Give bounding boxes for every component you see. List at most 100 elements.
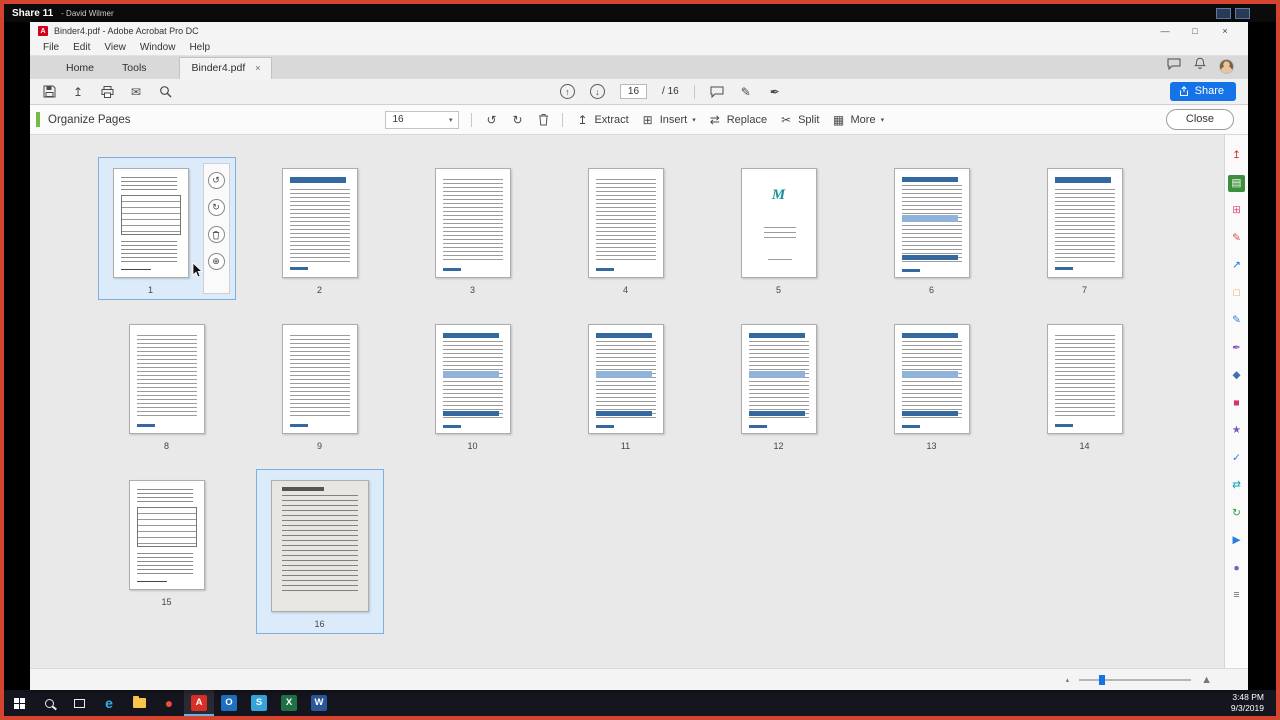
accessibility-icon[interactable]: ●	[1228, 560, 1245, 577]
page-preview[interactable]	[282, 324, 358, 434]
delete-pages-icon[interactable]	[536, 113, 550, 126]
word-icon[interactable]: W	[304, 690, 334, 716]
comment-bubble-icon[interactable]	[710, 86, 724, 98]
page-preview[interactable]	[894, 168, 970, 278]
outlook-icon[interactable]: O	[214, 690, 244, 716]
excel-icon[interactable]: X	[274, 690, 304, 716]
page-thumbnail[interactable]: 3 ↺ ↻ ⊕	[420, 157, 526, 300]
protect-icon[interactable]: ◆	[1228, 367, 1245, 384]
page-thumbnail[interactable]: 8 ↺ ↻ ⊕	[114, 313, 220, 456]
menu-view[interactable]: View	[97, 42, 133, 53]
zoom-slider-thumb[interactable]	[1099, 675, 1105, 685]
edit-pdf-icon[interactable]: ✎	[1228, 230, 1245, 247]
page-preview[interactable]	[129, 480, 205, 590]
page-preview[interactable]	[113, 168, 189, 278]
page-range-dropdown[interactable]: 16 ▾	[385, 111, 459, 129]
zoom-page-icon[interactable]: ⊕	[208, 253, 225, 270]
menu-window[interactable]: Window	[133, 42, 183, 53]
page-thumbnail[interactable]: 4 ↺ ↻ ⊕	[573, 157, 679, 300]
user-avatar[interactable]	[1219, 59, 1234, 74]
rotate-ccw-icon[interactable]: ↺	[484, 114, 498, 126]
print-icon[interactable]	[100, 86, 114, 98]
insert-button[interactable]: ⊞ Insert ▾	[641, 114, 696, 126]
edge-icon[interactable]: e	[94, 690, 124, 716]
delete-page-icon[interactable]	[208, 226, 225, 243]
sign-pen-icon[interactable]: ✒	[1228, 340, 1245, 357]
page-thumbnail[interactable]: 14 ↺ ↻ ⊕	[1032, 313, 1138, 456]
acrobat-icon[interactable]: A	[184, 690, 214, 716]
tab-document[interactable]: Binder4.pdf ×	[179, 57, 272, 79]
page-thumbnail[interactable]: 6 ↺ ↻ ⊕	[879, 157, 985, 300]
restore-button[interactable]: □	[1180, 26, 1210, 36]
page-thumbnail[interactable]: 11 ↺ ↻ ⊕	[573, 313, 679, 456]
rotate-cw-icon[interactable]: ↻	[510, 114, 524, 126]
more-tools-icon[interactable]: ≡	[1228, 587, 1245, 604]
tab-tools[interactable]: Tools	[108, 58, 161, 79]
certificates-icon[interactable]: ★	[1228, 422, 1245, 439]
optimize-pdf-icon[interactable]: ↻	[1228, 505, 1245, 522]
zoom-out-icon[interactable]: ▴	[1066, 676, 1070, 684]
tab-close-icon[interactable]: ×	[255, 63, 260, 73]
page-thumbnail[interactable]: 16 ↺ ↻ ⊕	[256, 469, 384, 634]
tab-home[interactable]: Home	[52, 58, 108, 79]
notifications-bell-icon[interactable]	[1194, 57, 1206, 75]
current-page-input[interactable]: 16	[620, 84, 647, 99]
share-file-icon[interactable]: ↗	[1228, 257, 1245, 274]
app-icon-red[interactable]: ●	[154, 690, 184, 716]
save-icon[interactable]	[42, 85, 56, 98]
page-preview[interactable]	[271, 480, 369, 612]
page-preview[interactable]	[435, 324, 511, 434]
page-preview[interactable]: M	[741, 168, 817, 278]
rotate-cw-icon[interactable]: ↻	[208, 199, 225, 216]
page-thumbnail[interactable]: 1 ↺ ↻ ⊕	[98, 157, 236, 300]
email-icon[interactable]: ✉	[129, 86, 143, 98]
create-pdf-icon[interactable]: ⊞	[1228, 202, 1245, 219]
share-screen-icon[interactable]	[1235, 8, 1250, 19]
prepare-form-icon[interactable]: ✓	[1228, 450, 1245, 467]
replace-button[interactable]: ⇄ Replace	[708, 114, 767, 126]
share-button[interactable]: Share	[1170, 82, 1236, 101]
page-preview[interactable]	[129, 324, 205, 434]
page-preview[interactable]	[282, 168, 358, 278]
upload-icon[interactable]: ↥	[71, 86, 85, 98]
measure-icon[interactable]: ⇄	[1228, 477, 1245, 494]
page-preview[interactable]	[435, 168, 511, 278]
minimize-button[interactable]: —	[1150, 26, 1180, 36]
export-pdf-icon[interactable]: ↥	[1228, 147, 1245, 164]
page-preview[interactable]	[894, 324, 970, 434]
annotate-pencil-icon[interactable]: ✎	[739, 86, 753, 98]
previous-page-icon[interactable]: ↑	[560, 84, 575, 99]
rich-media-icon[interactable]: ▶	[1228, 532, 1245, 549]
menu-edit[interactable]: Edit	[66, 42, 97, 53]
page-thumbnail[interactable]: 12 ↺ ↻ ⊕	[726, 313, 832, 456]
system-tray-clock[interactable]: 3:48 PM 9/3/2019	[1231, 692, 1276, 714]
page-preview[interactable]	[1047, 324, 1123, 434]
redact-icon[interactable]: ■	[1228, 395, 1245, 412]
page-thumbnail[interactable]: 7 ↺ ↻ ⊕	[1032, 157, 1138, 300]
page-thumbnail[interactable]: 9 ↺ ↻ ⊕	[267, 313, 373, 456]
search-icon[interactable]	[158, 85, 172, 98]
page-preview[interactable]	[588, 168, 664, 278]
file-explorer-icon[interactable]	[124, 690, 154, 716]
comments-panel-icon[interactable]	[1167, 57, 1181, 75]
organize-pages-icon[interactable]: ▤	[1228, 175, 1245, 192]
close-organize-button[interactable]: Close	[1166, 109, 1234, 130]
skype-icon[interactable]: S	[244, 690, 274, 716]
page-preview[interactable]	[741, 324, 817, 434]
extract-button[interactable]: ↥ Extract	[575, 114, 628, 126]
page-thumbnail[interactable]: 10 ↺ ↻ ⊕	[420, 313, 526, 456]
menu-file[interactable]: File	[36, 42, 66, 53]
fill-sign-icon[interactable]: ✎	[1228, 312, 1245, 329]
split-button[interactable]: ✂ Split	[779, 114, 819, 126]
menu-help[interactable]: Help	[182, 42, 217, 53]
page-thumbnail[interactable]: 15 ↺ ↻ ⊕	[114, 469, 220, 612]
sign-pen-icon[interactable]: ✒	[768, 86, 782, 98]
search-button[interactable]	[34, 690, 64, 716]
task-view-button[interactable]	[64, 690, 94, 716]
share-window-icon[interactable]	[1216, 8, 1231, 19]
page-preview[interactable]	[1047, 168, 1123, 278]
close-window-button[interactable]: ×	[1210, 26, 1240, 36]
page-thumbnail[interactable]: M 5 ↺ ↻ ⊕	[726, 157, 832, 300]
start-button[interactable]	[4, 690, 34, 716]
zoom-slider[interactable]	[1079, 679, 1191, 681]
